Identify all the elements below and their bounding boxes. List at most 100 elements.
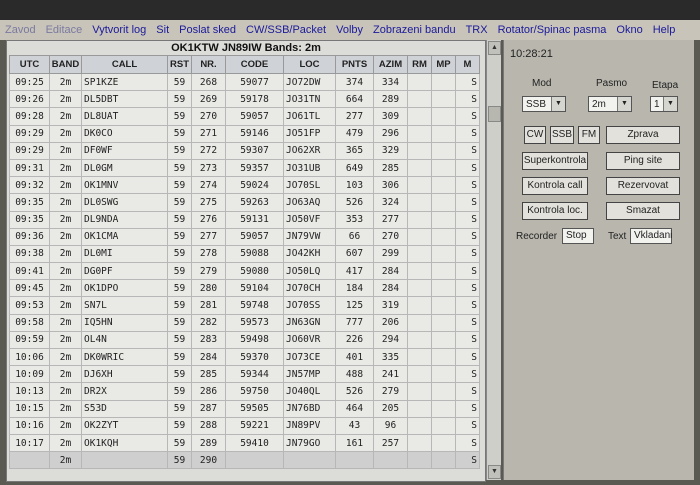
kontrola-loc-button[interactable]: Kontrola loc. xyxy=(522,202,588,220)
mod-select[interactable]: SSB ▼ xyxy=(522,96,566,112)
cell-rst: 59 xyxy=(167,210,192,229)
cell-utc: 10:16 xyxy=(9,416,50,435)
table-row[interactable]: 09:35 2m DL9NDA 59 276 59131 JO50VF 353 277 S xyxy=(9,210,480,229)
scroll-thumb[interactable] xyxy=(488,106,501,122)
superkontrola-button[interactable]: Superkontrola xyxy=(522,152,588,170)
text-mode-field[interactable]: Vkladani xyxy=(630,228,672,244)
table-row[interactable]: 10:06 2m DK0WRIC 59 284 59370 JO73CE 401 335 S xyxy=(9,347,480,367)
col-header-band[interactable]: BAND xyxy=(49,55,82,74)
menu-poslat-sked[interactable]: Poslat sked xyxy=(174,24,241,36)
table-row[interactable]: 09:35 2m DL0SWG 59 275 59263 JO63AQ 526 324 S xyxy=(9,193,480,212)
chevron-down-icon[interactable]: ▼ xyxy=(663,97,677,111)
table-row[interactable]: 09:29 2m DK0CO 59 271 59146 JO51FP 479 296 S xyxy=(9,124,480,143)
col-header-azim[interactable]: AZIM xyxy=(373,55,408,74)
cell-m: S xyxy=(455,210,480,229)
cell-code: 59307 xyxy=(225,141,284,160)
cell-utc: 10:17 xyxy=(9,433,50,453)
table-row[interactable]: 09:38 2m DL0MI 59 278 59088 JO42KH 607 299 S xyxy=(9,244,480,264)
menu-cw-ssb-packet[interactable]: CW/SSB/Packet xyxy=(241,24,331,36)
pasmo-select[interactable]: 2m ▼ xyxy=(588,96,632,112)
table-row[interactable]: 10:09 2m DJ6XH 59 285 59344 JN57MP 488 241 S xyxy=(9,365,480,384)
zprava-button[interactable]: Zprava xyxy=(606,126,680,144)
col-header-nr[interactable]: NR. xyxy=(191,55,226,74)
table-row[interactable]: 09:59 2m OL4N 59 283 59498 JO60VR 226 294 S xyxy=(9,330,480,350)
cell-nr: 272 xyxy=(191,141,226,160)
col-header-loc[interactable]: LOC xyxy=(283,55,336,74)
menu-okno[interactable]: Okno xyxy=(611,24,647,36)
menu-help[interactable]: Help xyxy=(648,24,681,36)
col-header-rm[interactable]: RM xyxy=(407,55,432,74)
smazat-button[interactable]: Smazat xyxy=(606,202,680,220)
ssb-button[interactable]: SSB xyxy=(550,126,574,144)
mod-label: Mod xyxy=(532,78,552,89)
table-row[interactable]: 09:36 2m OK1CMA 59 277 59057 JN79VW 66 270 S xyxy=(9,227,480,246)
cell-m: S xyxy=(455,382,480,401)
table-row[interactable]: 09:29 2m DF0WF 59 272 59307 JO62XR 365 329 S xyxy=(9,141,480,160)
col-header-rst[interactable]: RST xyxy=(167,55,192,74)
col-header-pnts[interactable]: PNTS xyxy=(335,55,374,74)
table-row[interactable]: 09:31 2m DL0GM 59 273 59357 JO31UB 649 285 S xyxy=(9,158,480,178)
ping-site-button[interactable]: Ping site xyxy=(606,152,680,170)
cell-call: DR2X xyxy=(81,382,168,401)
cell-call: OK1CMA xyxy=(81,227,168,246)
chevron-down-icon[interactable]: ▼ xyxy=(551,97,565,111)
cell-nr: 268 xyxy=(191,72,226,92)
menu-vytvorit-log[interactable]: Vytvorit log xyxy=(87,24,151,36)
menu-zavod[interactable]: Zavod xyxy=(0,24,41,36)
cell-mp xyxy=(431,313,456,332)
cell-rm xyxy=(407,90,432,109)
col-header-utc[interactable]: UTC xyxy=(9,55,50,74)
menu-zobrazeni-bandu[interactable]: Zobrazeni bandu xyxy=(368,24,461,36)
cell-band: 2m xyxy=(49,124,82,143)
table-row[interactable]: 10:17 2m OK1KQH 59 289 59410 JN79GO 161 257 S xyxy=(9,433,480,453)
table-row[interactable]: 09:45 2m OK1DPO 59 280 59104 JO70CH 184 284 S xyxy=(9,279,480,298)
kontrola-call-button[interactable]: Kontrola call xyxy=(522,177,588,195)
cell-call: DG0PF xyxy=(81,262,168,281)
recorder-status[interactable]: Stop xyxy=(562,228,594,244)
cell-band: 2m xyxy=(49,141,82,160)
cell-mp xyxy=(431,141,456,160)
cell-code: 59057 xyxy=(225,107,284,126)
menu-bar: Zavod Editace Vytvorit log Sit Poslat sk… xyxy=(0,20,700,40)
cw-button[interactable]: CW xyxy=(524,126,546,144)
menu-volby[interactable]: Volby xyxy=(331,24,368,36)
col-header-code[interactable]: CODE xyxy=(225,55,284,74)
cell-code xyxy=(225,451,284,470)
col-header-m[interactable]: M xyxy=(455,55,480,74)
menu-editace[interactable]: Editace xyxy=(41,24,88,36)
menu-trx[interactable]: TRX xyxy=(461,24,493,36)
etapa-select[interactable]: 1 ▼ xyxy=(650,96,678,112)
table-row[interactable]: 2m 59 290 S xyxy=(9,451,480,470)
cell-utc: 09:45 xyxy=(9,279,50,298)
log-panel: OK1KTW JN89IW Bands: 2m UTC BAND CALL RST NR… xyxy=(6,40,486,482)
cell-utc: 09:36 xyxy=(9,227,50,246)
table-row[interactable]: 09:26 2m DL5DBT 59 269 59178 JO31TN 664 289 S xyxy=(9,90,480,109)
chevron-down-icon[interactable]: ▼ xyxy=(617,97,631,111)
table-row[interactable]: 09:28 2m DL8UAT 59 270 59057 JO61TL 277 309 S xyxy=(9,107,480,126)
table-row[interactable]: 09:25 2m SP1KZE 59 268 59077 JO72DW 374 334 S xyxy=(9,72,480,92)
menu-rotator[interactable]: Rotator/Spinac pasma xyxy=(493,24,612,36)
table-row[interactable]: 10:13 2m DR2X 59 286 59750 JO40QL 526 279 S xyxy=(9,382,480,401)
table-row[interactable]: 09:58 2m IQ5HN 59 282 59573 JN63GN 777 206 S xyxy=(9,313,480,332)
cell-call: S53D xyxy=(81,399,168,418)
menu-sit[interactable]: Sit xyxy=(151,24,174,36)
cell-pnts: 479 xyxy=(335,124,374,143)
cell-mp xyxy=(431,124,456,143)
table-row[interactable]: 09:41 2m DG0PF 59 279 59080 JO50LQ 417 284 S xyxy=(9,262,480,281)
table-row[interactable]: 10:16 2m OK2ZYT 59 288 59221 JN89PV 43 96 S xyxy=(9,416,480,435)
cell-utc: 09:35 xyxy=(9,210,50,229)
cell-mp xyxy=(431,399,456,418)
cell-call: SN7L xyxy=(81,296,168,315)
cell-rm xyxy=(407,382,432,401)
scroll-down-icon[interactable]: ▼ xyxy=(488,465,501,479)
rezervovat-button[interactable]: Rezervovat xyxy=(606,177,680,195)
table-row[interactable]: 09:53 2m SN7L 59 281 59748 JO70SS 125 319 S xyxy=(9,296,480,315)
col-header-mp[interactable]: MP xyxy=(431,55,456,74)
log-scrollbar[interactable]: ▲ ▼ xyxy=(486,40,501,480)
col-header-call[interactable]: CALL xyxy=(81,55,168,74)
table-row[interactable]: 09:32 2m OK1MNV 59 274 59024 JO70SL 103 306 S xyxy=(9,176,480,195)
scroll-up-icon[interactable]: ▲ xyxy=(488,41,501,55)
fm-button[interactable]: FM xyxy=(578,126,600,144)
table-row[interactable]: 10:15 2m S53D 59 287 59505 JN76BD 464 205 S xyxy=(9,399,480,418)
cell-azim: 285 xyxy=(373,158,408,178)
